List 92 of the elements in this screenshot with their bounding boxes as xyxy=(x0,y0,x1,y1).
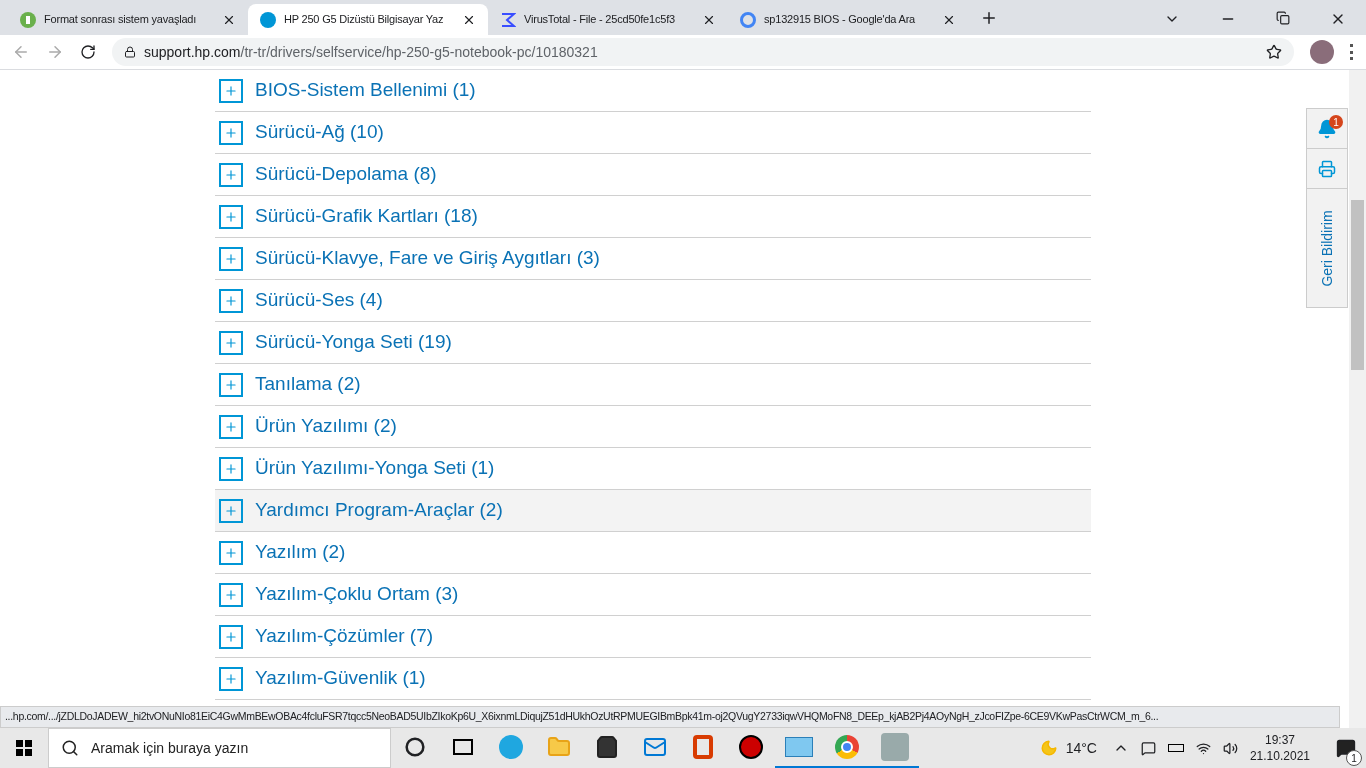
category-row[interactable]: Sürücü-Depolama (8) xyxy=(215,154,1091,196)
category-row[interactable]: BIOS-Sistem Bellenimi (1) xyxy=(215,70,1091,112)
new-tab-icon[interactable] xyxy=(980,9,998,27)
category-label: Sürücü-Yonga Seti (19) xyxy=(255,330,452,355)
category-label: Yardımcı Program-Araçlar (2) xyxy=(255,498,503,523)
mail-icon xyxy=(643,735,667,759)
browser-tab[interactable]: Format sonrası sistem yavaşladı xyxy=(8,4,248,35)
category-row[interactable]: Yazılım-Çözümler (7) xyxy=(215,616,1091,658)
lock-icon xyxy=(124,46,136,58)
expand-icon[interactable] xyxy=(219,498,243,523)
expand-icon[interactable] xyxy=(219,330,243,355)
app-logo-icon xyxy=(881,733,909,761)
address-bar[interactable]: support.hp.com/tr-tr/drivers/selfservice/hp-250-g5-notebook-pc/10180321 xyxy=(112,38,1294,66)
wifi-icon[interactable] xyxy=(1195,740,1211,756)
category-row[interactable]: Yardımcı Program-Araçlar (2) xyxy=(215,490,1091,532)
category-label: Yazılım-Güvenlik (1) xyxy=(255,666,426,691)
category-row[interactable]: Sürücü-Grafik Kartları (18) xyxy=(215,196,1091,238)
category-label: Sürücü-Depolama (8) xyxy=(255,162,437,187)
chat-icon[interactable] xyxy=(1140,740,1156,756)
expand-icon[interactable] xyxy=(219,582,243,607)
browser-tab[interactable]: VirusTotal - File - 25cd50fe1c5f3 xyxy=(488,4,728,35)
forward-icon[interactable] xyxy=(46,43,64,61)
category-row[interactable]: Sürücü-Klavye, Fare ve Giriş Aygıtları (3) xyxy=(215,238,1091,280)
expand-icon[interactable] xyxy=(219,624,243,649)
windows-start-icon[interactable] xyxy=(16,740,32,756)
star-icon[interactable] xyxy=(1266,44,1282,60)
notification-badge: 1 xyxy=(1329,115,1343,129)
circle-icon xyxy=(405,737,425,757)
expand-icon[interactable] xyxy=(219,666,243,691)
back-icon[interactable] xyxy=(12,43,30,61)
tab-title: HP 250 G5 Dizüstü Bilgisayar Yaz xyxy=(284,12,445,28)
printer-icon[interactable] xyxy=(1318,159,1336,178)
tab-title: sp132915 BIOS - Google'da Ara xyxy=(764,12,916,28)
power-icon xyxy=(20,11,36,28)
expand-icon[interactable] xyxy=(219,120,243,145)
browser-tab[interactable]: HP 250 G5 Dizüstü Bilgisayar Yaz xyxy=(248,4,488,35)
reload-icon[interactable] xyxy=(80,44,96,60)
category-label: Yazılım-Çözümler (7) xyxy=(255,624,434,649)
expand-icon[interactable] xyxy=(219,246,243,271)
office-logo-icon xyxy=(693,735,713,759)
category-row[interactable]: Tanılama (2) xyxy=(215,364,1091,406)
menu-icon[interactable] xyxy=(1350,44,1354,60)
category-row[interactable]: Yazılım (2) xyxy=(215,532,1091,574)
category-row[interactable]: Sürücü-Ağ (10) xyxy=(215,112,1091,154)
bag-icon xyxy=(595,735,619,759)
expand-icon[interactable] xyxy=(219,204,243,229)
temperature-text: 14°C xyxy=(1065,738,1097,758)
category-label: Sürücü-Grafik Kartları (18) xyxy=(255,204,478,229)
expand-icon[interactable] xyxy=(219,456,243,481)
category-row[interactable]: Sürücü-Ses (4) xyxy=(215,280,1091,322)
scrollbar[interactable] xyxy=(1349,70,1366,728)
notification-count-badge: 1 xyxy=(1346,750,1362,766)
tab-title: VirusTotal - File - 25cd50fe1c5f3 xyxy=(524,12,676,28)
folder-icon xyxy=(547,735,571,759)
category-label: Tanılama (2) xyxy=(255,372,361,397)
category-label: Sürücü-Ses (4) xyxy=(255,288,383,313)
moon-icon xyxy=(1039,739,1058,757)
category-row[interactable]: Yazılım-Çoklu Ortam (3) xyxy=(215,574,1091,616)
avatar-icon[interactable] xyxy=(1310,40,1334,64)
category-row[interactable]: Yazılım-Güvenlik (1) xyxy=(215,658,1091,700)
expand-icon[interactable] xyxy=(219,540,243,565)
category-label: Sürücü-Klavye, Fare ve Giriş Aygıtları (3) xyxy=(255,246,600,271)
volume-icon[interactable] xyxy=(1222,740,1238,756)
task-view-icon xyxy=(453,739,473,755)
status-url-bar: ...hp.com/.../jZDLDoJADEW_hi2tvONuNIo81EiC4GwMmBEwOBAc4fcluFSR7tqcc5NeoBAD5UIbZIkoKp6U_X6ixnmLDiqujZ51dHUkhOzUtRPMUEGIBmBpk41m-oj2QVugY2733iqwVHQMoFN8_DEEp_kjAB2Pj4AOyNgH_zJcoFIZpe-6CE9VKwPasCtrWCM_m_6... xyxy=(0,706,1340,728)
search-icon xyxy=(61,739,79,757)
window-app-icon xyxy=(785,737,813,757)
tab-title: Format sonrası sistem yavaşladı xyxy=(44,12,198,28)
browser-logo-icon xyxy=(835,735,859,759)
category-row[interactable]: Ürün Yazılımı (2) xyxy=(215,406,1091,448)
restore-icon[interactable] xyxy=(1276,11,1290,25)
expand-icon[interactable] xyxy=(219,162,243,187)
category-label: Yazılım (2) xyxy=(255,540,346,565)
category-label: Ürün Yazılımı (2) xyxy=(255,414,397,439)
expand-icon[interactable] xyxy=(219,414,243,439)
expand-icon[interactable] xyxy=(219,288,243,313)
category-label: BIOS-Sistem Bellenimi (1) xyxy=(255,78,476,103)
category-label: Yazılım-Çoklu Ortam (3) xyxy=(255,582,459,607)
category-label: Sürücü-Ağ (10) xyxy=(255,120,384,145)
category-row[interactable]: Sürücü-Yonga Seti (19) xyxy=(215,322,1091,364)
expand-icon[interactable] xyxy=(219,78,243,103)
browser-tab[interactable]: sp132915 BIOS - Google'da Ara xyxy=(728,4,968,35)
taskbar-search-field[interactable]: Aramak için buraya yazın xyxy=(48,728,391,768)
feedback-button[interactable]: Geri Bildirim xyxy=(1316,209,1338,287)
battery-icon[interactable] xyxy=(1167,744,1184,752)
logo-icon xyxy=(260,11,276,28)
clock[interactable]: 19:37 21.10.2021 xyxy=(1249,732,1310,764)
bell-icon[interactable] xyxy=(1317,118,1337,139)
category-label: Ürün Yazılımı-Yonga Seti (1) xyxy=(255,456,495,481)
sigma-icon xyxy=(500,11,516,28)
expand-icon[interactable] xyxy=(219,372,243,397)
url-text: support.hp.com/tr-tr/drivers/selfservice/hp-250-g5-notebook-pc/10180321 xyxy=(144,42,599,62)
